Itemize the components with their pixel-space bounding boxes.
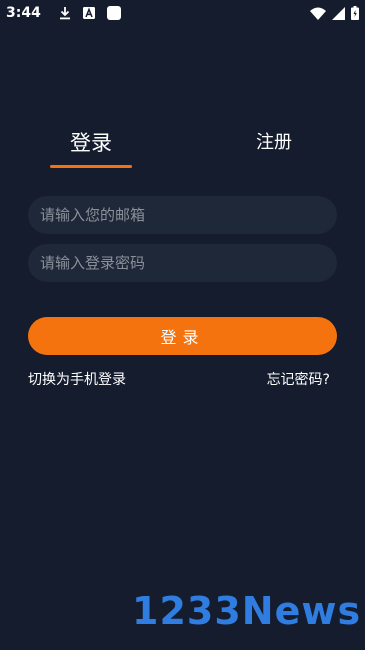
watermark-text: 1233News [132, 589, 361, 632]
status-icons-right [310, 6, 359, 20]
tab-login[interactable]: 登录 [50, 128, 132, 172]
tab-register-label: 注册 [256, 132, 292, 153]
signal-icon [332, 6, 345, 20]
password-field[interactable] [28, 244, 337, 282]
tab-register[interactable]: 注册 [234, 128, 314, 172]
square-icon [106, 6, 121, 20]
tab-login-label: 登录 [70, 131, 112, 155]
watermark-logo: 1233News [132, 589, 361, 632]
status-time: 3:44 [6, 5, 41, 21]
download-icon [59, 6, 71, 20]
login-button[interactable]: 登录 [28, 317, 337, 355]
status-bar: 3:44 [0, 0, 365, 26]
battery-icon [351, 6, 359, 20]
switch-phone-login-link[interactable]: 切换为手机登录 [28, 370, 126, 390]
forgot-password-link[interactable]: 忘记密码? [267, 370, 330, 390]
a-badge-icon [82, 7, 95, 19]
auth-tabs: 登录 注册 [0, 128, 365, 172]
email-field[interactable] [28, 196, 337, 234]
status-icons-left [59, 6, 121, 20]
tab-active-underline [50, 165, 132, 168]
wifi-icon [310, 7, 326, 20]
